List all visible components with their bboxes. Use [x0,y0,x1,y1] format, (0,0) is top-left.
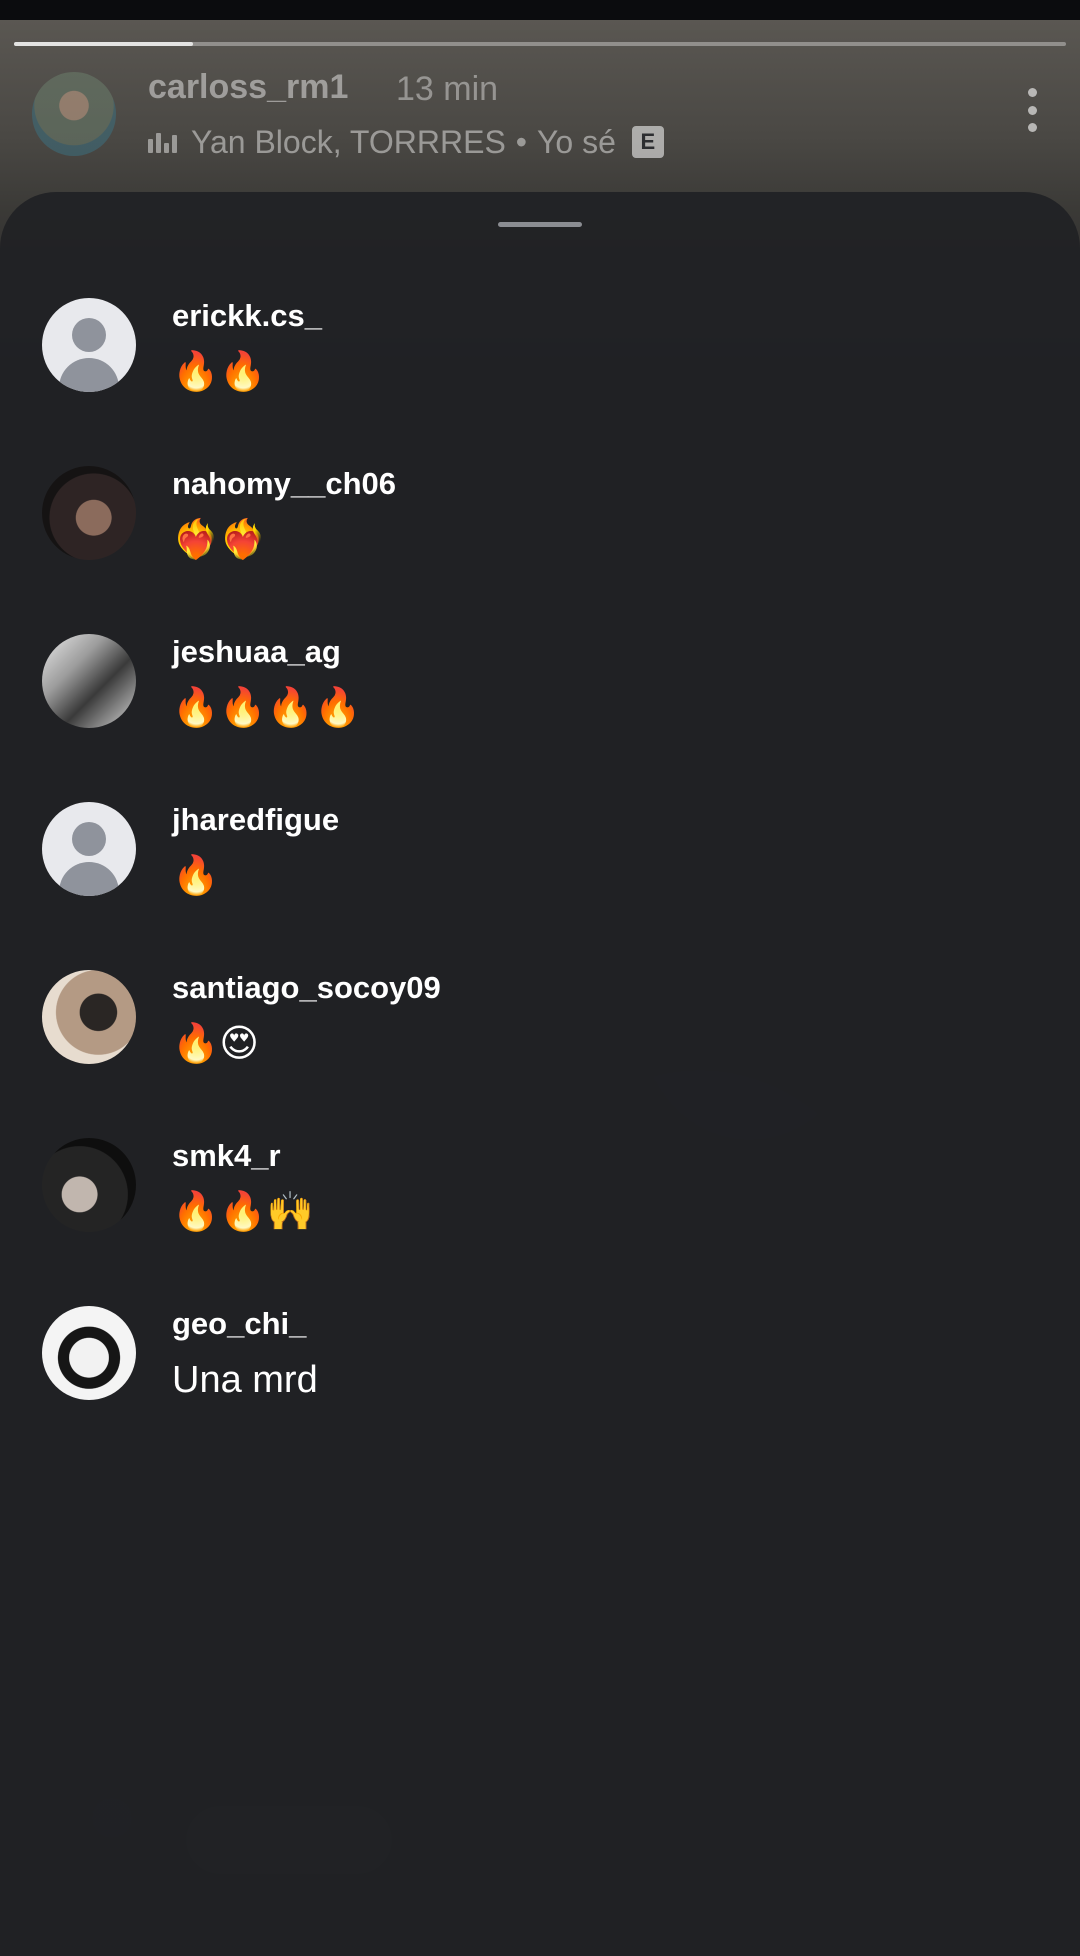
reply-username[interactable]: geo_chi_ [172,1306,306,1342]
user-avatar[interactable] [42,634,136,728]
explicit-badge: E [631,126,664,158]
music-bars-icon [148,131,177,153]
story-author-avatar[interactable] [32,72,116,156]
story-timestamp: 13 min [396,70,499,108]
story-author-username[interactable]: carloss_rm1 [148,68,348,107]
sheet-drag-handle[interactable] [498,222,582,227]
reply-username[interactable]: erickk.cs_ [172,298,322,334]
reply-username[interactable]: santiago_socoy09 [172,970,441,1006]
music-artists: Yan Block, TORRRES [191,123,506,160]
story-screen: carloss_rm1 13 min Yan Block, TORRRES • … [0,0,1080,1956]
reply-message: 🔥🔥 [172,351,267,393]
reply-message: 🔥🔥🔥🔥 [172,687,362,729]
reply-username[interactable]: smk4_r [172,1138,281,1174]
reply-username[interactable]: jeshuaa_ag [172,634,341,670]
reply-message: 🔥 [172,855,220,897]
user-avatar[interactable] [42,466,136,560]
story-header: carloss_rm1 13 min Yan Block, TORRRES • … [0,60,1080,190]
music-title: Yo sé [536,123,616,160]
reply-item[interactable]: geo_chi_ Una mrd [0,1306,1080,1474]
reply-message: 🔥🔥🙌 [172,1191,314,1233]
reply-item[interactable]: santiago_socoy09 🔥😍 [0,970,1080,1138]
reply-item[interactable]: nahomy__ch06 ❤️‍🔥❤️‍🔥 [0,466,1080,634]
user-avatar[interactable] [42,1306,136,1400]
replies-sheet: erickk.cs_ 🔥🔥 nahomy__ch06 ❤️‍🔥❤️‍🔥 jesh… [0,192,1080,1956]
replies-list: erickk.cs_ 🔥🔥 nahomy__ch06 ❤️‍🔥❤️‍🔥 jesh… [0,298,1080,1474]
reply-message: Una mrd [172,1359,318,1401]
more-options-icon[interactable] [1024,88,1040,132]
reply-item[interactable]: smk4_r 🔥🔥🙌 [0,1138,1080,1306]
reply-item[interactable]: jeshuaa_ag 🔥🔥🔥🔥 [0,634,1080,802]
story-progress-fill [14,42,193,46]
music-separator: • [515,123,527,160]
reply-username[interactable]: nahomy__ch06 [172,466,396,502]
story-music-info[interactable]: Yan Block, TORRRES • Yo sé E [148,122,664,162]
user-avatar[interactable] [42,970,136,1064]
default-avatar-icon[interactable] [42,298,136,392]
story-progress-bar [14,42,1066,46]
reply-item[interactable]: erickk.cs_ 🔥🔥 [0,298,1080,466]
reply-item[interactable]: jharedfigue 🔥 [0,802,1080,970]
reply-message: ❤️‍🔥❤️‍🔥 [172,519,267,561]
user-avatar[interactable] [42,1138,136,1232]
default-avatar-icon[interactable] [42,802,136,896]
reply-username[interactable]: jharedfigue [172,802,339,838]
reply-message: 🔥😍 [172,1023,259,1065]
